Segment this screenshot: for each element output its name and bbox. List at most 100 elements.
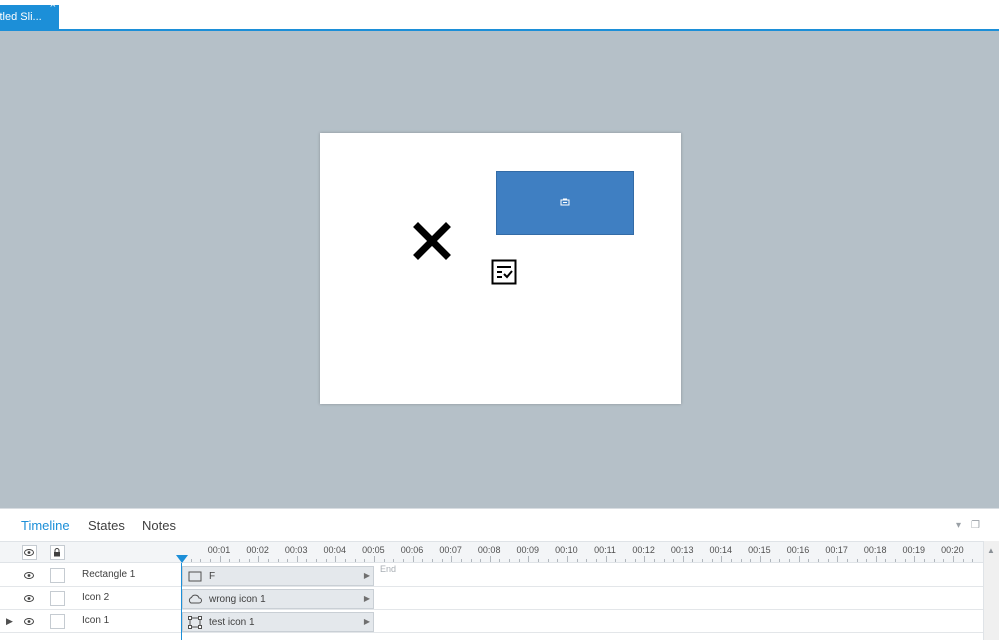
lock-toggle[interactable] (50, 614, 65, 629)
rectangle-glyph-icon (560, 198, 570, 206)
end-marker-label: End (380, 564, 397, 574)
expand-arrow-icon[interactable]: ▶ (6, 616, 13, 627)
tick-mark (431, 559, 433, 562)
tick-label: 00:05 (362, 545, 385, 555)
document-tab[interactable]: titled Sli... × (0, 5, 59, 29)
stage-canvas[interactable] (0, 31, 999, 508)
tick-mark (682, 556, 684, 562)
panel-tabs: Timeline States Notes ▾ ❐ (0, 509, 999, 541)
timeline-row[interactable]: ▶ Icon 1 test icon 1 ▶ (0, 610, 983, 633)
tick-mark (422, 559, 424, 562)
tick-label: 00:10 (555, 545, 578, 555)
tick-mark (325, 559, 327, 562)
timeline-row[interactable]: Rectangle 1 F ▶ (0, 564, 983, 587)
bar-expand-arrow-icon[interactable]: ▶ (364, 617, 370, 626)
bottom-panel: Timeline States Notes ▾ ❐ 00:01 00:02 00:0… (0, 508, 999, 640)
tick-mark (846, 559, 848, 562)
tick-mark (875, 556, 877, 562)
eye-icon (24, 618, 34, 625)
tick-mark (808, 559, 810, 562)
timeline-scrollbar[interactable]: ▲ (983, 541, 999, 640)
test-icon[interactable] (491, 259, 517, 285)
tick-mark (634, 559, 636, 562)
tick-mark (316, 559, 318, 562)
collapse-panel-icon[interactable]: ▾ (956, 520, 961, 531)
tick-mark (953, 556, 954, 562)
lock-column-header[interactable] (46, 542, 68, 562)
tick-mark (798, 556, 800, 562)
timeline-bar[interactable]: wrong icon 1 ▶ (182, 589, 374, 609)
tick-mark (721, 556, 723, 562)
timeline-bar[interactable]: test icon 1 ▶ (182, 612, 374, 632)
tick-mark (200, 559, 202, 562)
timeline-ruler[interactable]: 00:01 00:02 00:03 00:04 00:05 00:06 00:07 00:08… (181, 542, 994, 564)
cloud-shape-icon (188, 594, 202, 604)
tick-mark (238, 559, 240, 562)
visibility-toggle[interactable] (18, 564, 40, 587)
tick-mark (528, 556, 530, 562)
tick-label: 00:06 (400, 545, 424, 555)
tick-mark (248, 559, 250, 562)
bar-expand-arrow-icon[interactable]: ▶ (364, 571, 370, 580)
tick-mark (615, 559, 617, 562)
tick-label: 00:15 (748, 545, 771, 555)
tick-mark (393, 559, 395, 562)
rectangle-1[interactable] (496, 171, 634, 235)
tick-label: 00:02 (246, 545, 269, 555)
tab-timeline[interactable]: Timeline (21, 518, 70, 533)
tick-mark (750, 559, 752, 562)
eye-icon (24, 572, 34, 579)
tick-mark (673, 559, 675, 562)
tick-mark (972, 559, 974, 562)
tick-mark (470, 559, 472, 562)
layer-name: Rectangle 1 (82, 569, 136, 580)
tick-mark (653, 559, 655, 562)
playhead-marker[interactable] (176, 555, 188, 563)
tick-mark (904, 559, 906, 562)
layer-name: Icon 1 (82, 615, 110, 626)
timeline-bar[interactable]: F ▶ (182, 566, 374, 586)
visibility-column-header[interactable] (18, 542, 40, 562)
visibility-toggle[interactable] (18, 610, 40, 633)
tick-mark (644, 556, 646, 562)
tick-label: 00:20 (941, 545, 964, 555)
tab-notes[interactable]: Notes (142, 518, 176, 533)
tick-label: 00:11 (594, 545, 616, 555)
tick-mark (509, 559, 511, 562)
lock-toggle[interactable] (50, 591, 65, 606)
timeline-row[interactable]: Icon 2 wrong icon 1 ▶ (0, 587, 983, 610)
lock-icon (54, 547, 60, 556)
tick-mark (943, 559, 945, 562)
tick-label: 00:12 (632, 545, 655, 555)
tick-mark (219, 556, 221, 562)
lock-toggle[interactable] (50, 568, 65, 583)
tick-mark (962, 559, 964, 562)
document-tab-strip: titled Sli... × (0, 0, 999, 31)
playhead-line (181, 563, 182, 640)
wrong-icon[interactable] (412, 221, 452, 261)
close-tab-icon[interactable]: × (50, 5, 56, 12)
tick-mark (586, 559, 588, 562)
icon-frame-icon (188, 616, 202, 629)
timeline-bar-label: F (209, 571, 216, 582)
tick-mark (364, 559, 366, 562)
layer-name: Icon 2 (82, 592, 110, 603)
tick-mark (489, 556, 491, 562)
tab-states[interactable]: States (88, 518, 125, 533)
tick-mark (345, 559, 347, 562)
tick-mark (538, 559, 540, 562)
tick-mark (711, 559, 713, 562)
timeline-bar-label: wrong icon 1 (209, 594, 266, 605)
tick-mark (605, 556, 607, 562)
tick-mark (817, 559, 819, 562)
restore-panel-icon[interactable]: ❐ (971, 520, 980, 531)
tick-mark (595, 559, 597, 562)
bar-expand-arrow-icon[interactable]: ▶ (364, 594, 370, 603)
tick-mark (402, 559, 404, 562)
tick-mark (306, 559, 308, 562)
slide[interactable] (320, 133, 681, 404)
scroll-up-icon[interactable]: ▲ (987, 546, 995, 555)
tick-mark (914, 556, 916, 562)
visibility-toggle[interactable] (18, 587, 40, 610)
tick-mark (624, 559, 626, 562)
